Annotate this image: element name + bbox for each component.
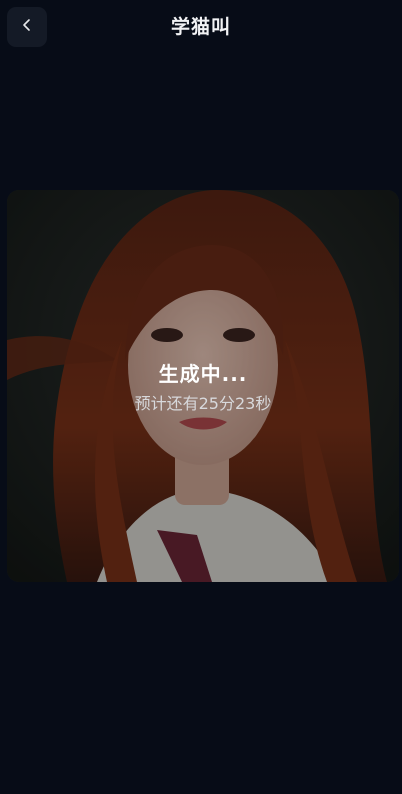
- generation-status: 生成中...: [158, 362, 248, 386]
- page-title: 学猫叫: [170, 16, 231, 38]
- app-screen: 学猫叫 生成中... 预计还有25分23秒: [0, 0, 402, 794]
- generation-preview: 生成中... 预计还有25分23秒: [7, 190, 399, 582]
- estimated-time: 预计还有25分23秒: [134, 394, 272, 413]
